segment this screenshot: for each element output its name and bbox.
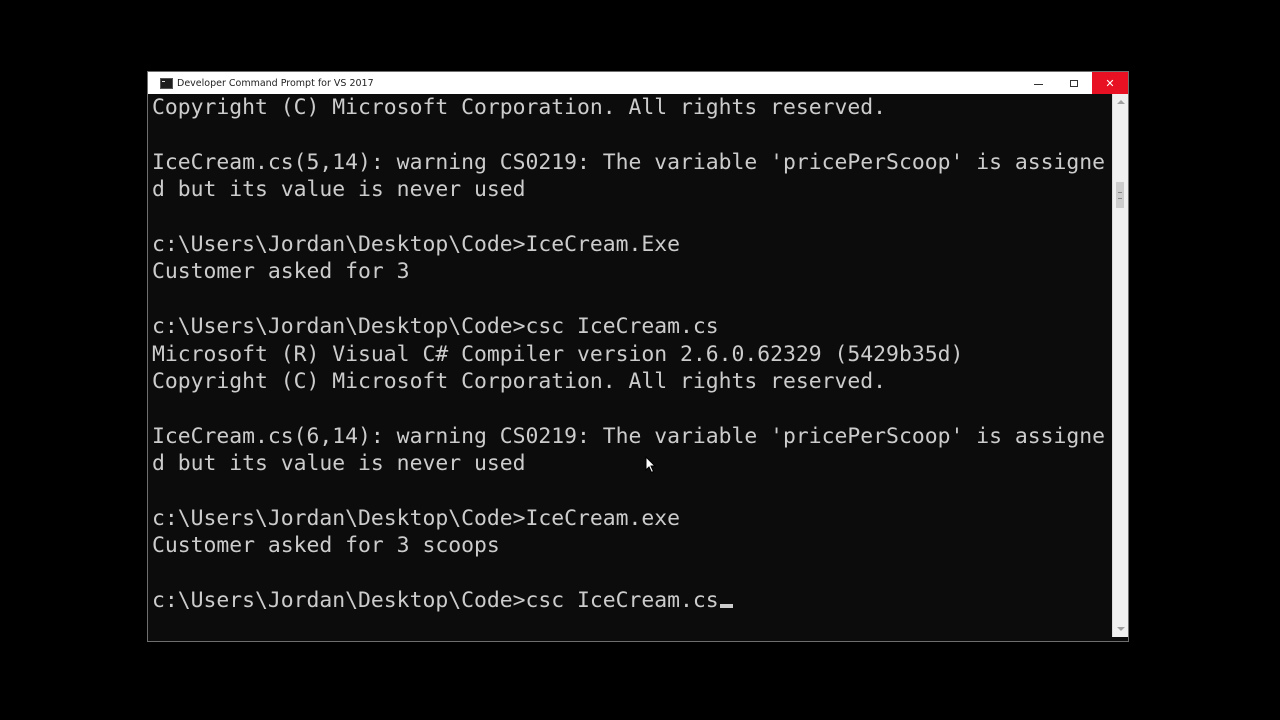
console-line: d but its value is never used [152, 177, 526, 203]
console-line: Copyright (C) Microsoft Corporation. All… [152, 369, 887, 394]
maximize-button[interactable] [1056, 72, 1092, 94]
console-line: Customer asked for 3 [152, 259, 410, 285]
console-output[interactable]: Copyright (C) Microsoft Corporation. All… [148, 94, 1112, 637]
console-line: d but its value is never used [152, 451, 526, 477]
window-title: Developer Command Prompt for VS 2017 [177, 77, 374, 89]
scroll-up-button[interactable] [1113, 94, 1128, 110]
console-line: c:\Users\Jordan\Desktop\Code>csc IceCrea… [152, 314, 719, 340]
title-bar[interactable]: Developer Command Prompt for VS 2017 ✕ [148, 72, 1128, 94]
console-line: IceCream.cs(6,14): warning CS0219: The v… [152, 423, 1105, 449]
scrollbar-thumb[interactable] [1116, 182, 1124, 208]
console-line: IceCream.cs(5,14): warning CS0219: The v… [152, 149, 1105, 175]
console-prompt-line[interactable]: c:\Users\Jordan\Desktop\Code>csc IceCrea… [152, 587, 733, 614]
text-cursor [719, 604, 733, 609]
mouse-pointer-icon [645, 456, 657, 474]
console-line: c:\Users\Jordan\Desktop\Code>IceCream.ex… [152, 506, 681, 531]
close-button[interactable]: ✕ [1092, 72, 1128, 94]
close-icon: ✕ [1105, 76, 1115, 90]
console-line: c:\Users\Jordan\Desktop\Code>IceCream.Ex… [152, 232, 681, 257]
console-line: Microsoft (R) Visual C# Compiler version… [152, 341, 964, 367]
minimize-icon [1033, 83, 1043, 85]
scroll-up-arrow-icon [1116, 100, 1125, 104]
console-line: Customer asked for 3 scoops [152, 533, 500, 559]
vertical-scrollbar[interactable] [1112, 94, 1128, 637]
minimize-button[interactable] [1020, 72, 1056, 94]
scroll-down-button[interactable] [1113, 621, 1128, 637]
console-line: Copyright (C) Microsoft Corporation. All… [152, 95, 887, 120]
prompt-command: c:\Users\Jordan\Desktop\Code>csc IceCrea… [152, 588, 719, 614]
maximize-icon [1070, 79, 1078, 87]
window-controls: ✕ [1020, 72, 1128, 94]
scroll-down-arrow-icon [1116, 627, 1125, 631]
console-window[interactable]: Developer Command Prompt for VS 2017 ✕ C… [147, 71, 1129, 642]
command-prompt-icon[interactable] [160, 77, 173, 89]
